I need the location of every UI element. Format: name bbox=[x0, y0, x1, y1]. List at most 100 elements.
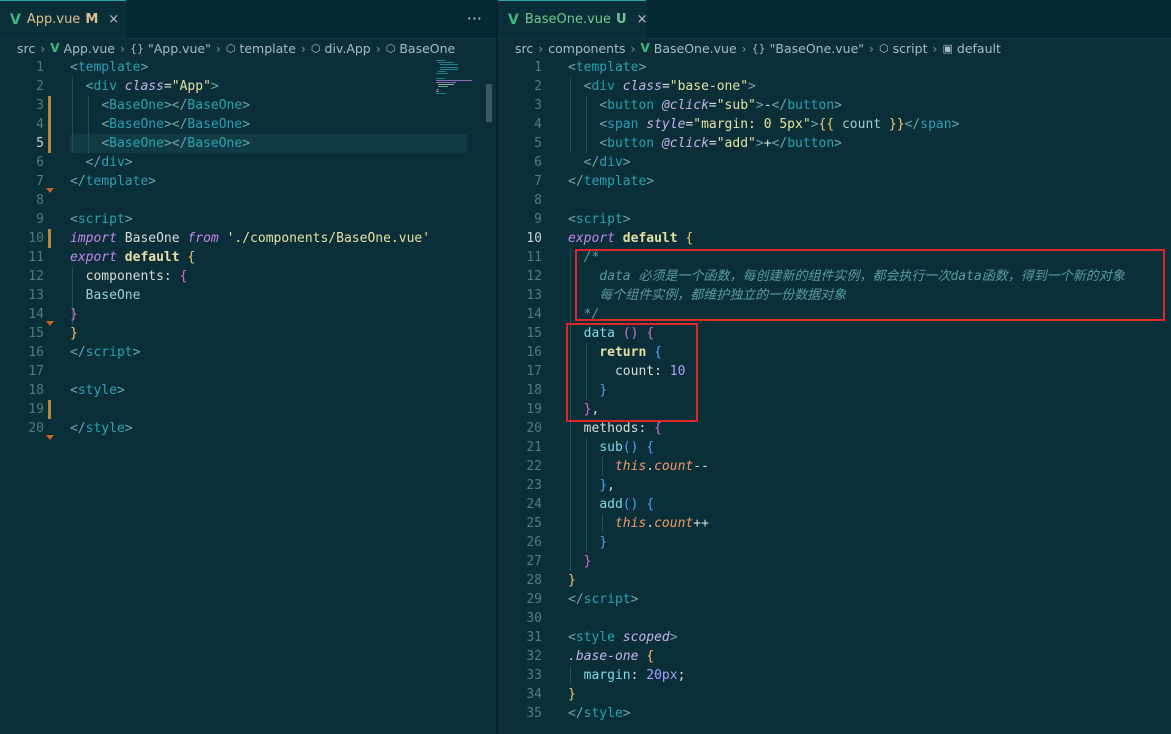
minimap-line bbox=[438, 71, 446, 72]
code-line[interactable]: 6 </div> bbox=[0, 153, 496, 172]
code-line[interactable]: 30 bbox=[498, 609, 1171, 628]
code-line[interactable]: 9 <script> bbox=[0, 210, 496, 229]
line-number: 9 bbox=[36, 212, 44, 227]
code-text: this.count-- bbox=[614, 459, 709, 474]
breadcrumb-item[interactable]: src bbox=[515, 41, 533, 56]
code-line[interactable]: 9 <script> bbox=[498, 210, 1171, 229]
breadcrumb-item[interactable]: › ⬡ BaseOne bbox=[371, 41, 456, 56]
code-line[interactable]: 2 <div class="base-one"> bbox=[498, 77, 1171, 96]
code-line[interactable]: 27 } bbox=[498, 552, 1171, 571]
code-line[interactable]: 6 </div> bbox=[498, 153, 1171, 172]
line-number: 29 bbox=[526, 592, 542, 607]
code-line[interactable]: 28} bbox=[498, 571, 1171, 590]
code-area[interactable]: 1 <template> 2 <div class="App"> 3 <BaseOne… bbox=[0, 58, 496, 734]
code-line[interactable]: 26 } bbox=[498, 533, 1171, 552]
code-line[interactable]: 2 <div class="App"> bbox=[0, 77, 496, 96]
breadcrumb-item[interactable]: › ▣ default bbox=[927, 41, 1000, 56]
minimap-line bbox=[436, 60, 446, 61]
code-line[interactable]: 14} bbox=[0, 305, 496, 324]
untracked-badge: U bbox=[616, 12, 627, 27]
code-line[interactable]: 11 export default { bbox=[0, 248, 496, 267]
code-line[interactable]: 7 </template> bbox=[0, 172, 496, 191]
breadcrumb-item[interactable]: › ⬡ script bbox=[864, 41, 927, 56]
code-line[interactable]: 13 BaseOne bbox=[0, 286, 496, 305]
code-line[interactable]: 4 <BaseOne></BaseOne> bbox=[0, 115, 496, 134]
code-line[interactable]: 8 bbox=[498, 191, 1171, 210]
code-line[interactable]: 23 }, bbox=[498, 476, 1171, 495]
code-line[interactable]: 3 <button @click="sub">-</button> bbox=[498, 96, 1171, 115]
git-change-marker[interactable] bbox=[48, 400, 51, 419]
minimap-line bbox=[436, 90, 439, 92]
code-line[interactable]: 24 add() { bbox=[498, 495, 1171, 514]
breadcrumb-item[interactable]: › ⬡ template bbox=[211, 41, 296, 56]
code-text: <button @click="add">+</button> bbox=[599, 136, 842, 151]
git-deletion-marker[interactable] bbox=[46, 435, 54, 440]
code-line[interactable]: 32 .base-one { bbox=[498, 647, 1171, 666]
breadcrumb-item[interactable]: › V App.vue bbox=[35, 41, 115, 56]
code-line[interactable]: 5 <BaseOne></BaseOne> bbox=[0, 134, 496, 153]
close-icon[interactable]: × bbox=[108, 12, 119, 27]
more-icon[interactable]: ··· bbox=[467, 9, 482, 28]
code-line[interactable]: 17 bbox=[0, 362, 496, 381]
line-number: 16 bbox=[526, 345, 542, 360]
code-line[interactable]: 10 import BaseOne from './components/Base… bbox=[0, 229, 496, 248]
right-tab-bar: V BaseOne.vue U × bbox=[498, 0, 1171, 39]
git-change-marker[interactable] bbox=[48, 229, 51, 248]
line-number: 28 bbox=[526, 573, 542, 588]
minimap-line bbox=[438, 86, 448, 88]
breadcrumb-label: src bbox=[515, 40, 534, 56]
code-line[interactable]: 31 <style scoped> bbox=[498, 628, 1171, 647]
close-icon[interactable]: × bbox=[637, 12, 648, 27]
vue-icon: V bbox=[640, 41, 650, 55]
cube-icon: ⬡ bbox=[385, 41, 396, 55]
code-line[interactable]: 25 this.count++ bbox=[498, 514, 1171, 533]
breadcrumb-item[interactable]: › components bbox=[533, 41, 625, 56]
code-line[interactable]: 10 export default { bbox=[498, 229, 1171, 248]
breadcrumb-item[interactable]: › {} "BaseOne.vue" bbox=[737, 41, 864, 56]
code-line[interactable]: 20 </style> bbox=[0, 419, 496, 438]
code-line[interactable]: 33 margin: 20px; bbox=[498, 666, 1171, 685]
modified-badge: M bbox=[85, 12, 99, 27]
code-line[interactable]: 19 bbox=[0, 400, 496, 419]
code-line[interactable]: 3 <BaseOne></BaseOne> bbox=[0, 96, 496, 115]
line-number: 11 bbox=[28, 250, 44, 265]
code-line[interactable]: 35 </style> bbox=[498, 704, 1171, 723]
git-change-marker[interactable] bbox=[48, 96, 51, 153]
code-line[interactable]: 15} bbox=[0, 324, 496, 343]
code-line[interactable]: 8 bbox=[0, 191, 496, 210]
code-line[interactable]: 12 components: { bbox=[0, 267, 496, 286]
tab-app-vue[interactable]: V App.vue M × bbox=[0, 0, 126, 38]
code-line[interactable]: 22 this.count-- bbox=[498, 457, 1171, 476]
code-text: </template> bbox=[70, 174, 157, 189]
code-line[interactable]: 29 </script> bbox=[498, 590, 1171, 609]
breadcrumb-item[interactable]: › V BaseOne.vue bbox=[625, 41, 736, 56]
minimap-line bbox=[438, 62, 454, 64]
line-number: 4 bbox=[534, 117, 542, 132]
minimap[interactable] bbox=[430, 58, 486, 108]
line-number: 12 bbox=[28, 269, 44, 284]
breadcrumb-item[interactable]: › {} "App.vue" bbox=[115, 41, 211, 56]
line-number: 22 bbox=[526, 459, 542, 474]
line-number: 10 bbox=[28, 231, 44, 246]
code-line[interactable]: 7 </template> bbox=[498, 172, 1171, 191]
minimap-line bbox=[436, 82, 456, 83]
breadcrumb-item[interactable]: src bbox=[17, 41, 35, 56]
code-line[interactable]: 1 <template> bbox=[0, 58, 496, 77]
code-line[interactable]: 34} bbox=[498, 685, 1171, 704]
tab-baseone-vue[interactable]: V BaseOne.vue U × bbox=[498, 0, 648, 38]
vue-icon: V bbox=[10, 11, 21, 28]
scrollbar[interactable] bbox=[486, 84, 492, 122]
git-deletion-marker[interactable] bbox=[46, 188, 54, 193]
breadcrumb-label: BaseOne bbox=[399, 40, 456, 56]
code-line[interactable]: 16 </script> bbox=[0, 343, 496, 362]
code-text: } bbox=[568, 687, 576, 702]
code-text: </div> bbox=[583, 155, 631, 170]
code-line[interactable]: 4 <span style="margin: 0 5px">{{ count }… bbox=[498, 115, 1171, 134]
git-deletion-marker[interactable] bbox=[46, 321, 54, 326]
code-line[interactable]: 18 <style> bbox=[0, 381, 496, 400]
breadcrumb-item[interactable]: › ⬡ div.App bbox=[296, 41, 371, 56]
code-line[interactable]: 21 sub() { bbox=[498, 438, 1171, 457]
code-line[interactable]: 1 <template> bbox=[498, 58, 1171, 77]
code-text: } bbox=[599, 535, 608, 550]
code-line[interactable]: 5 <button @click="add">+</button> bbox=[498, 134, 1171, 153]
